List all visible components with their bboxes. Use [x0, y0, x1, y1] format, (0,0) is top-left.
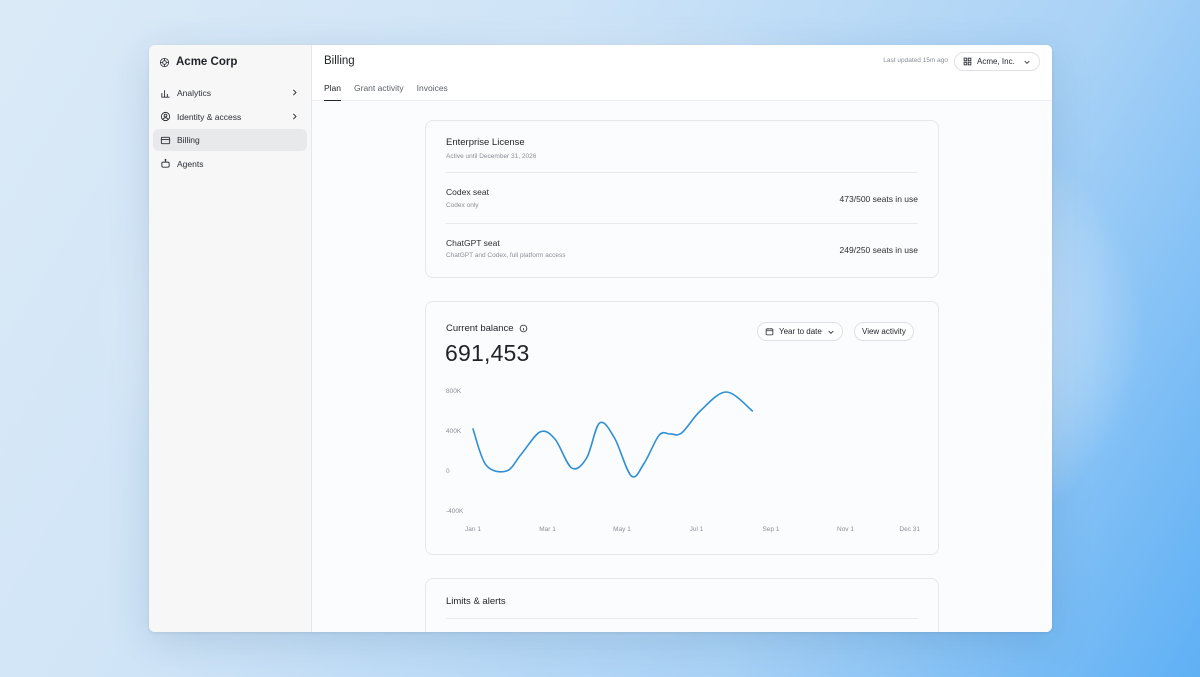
- license-title: Enterprise License: [446, 137, 525, 148]
- divider: [446, 172, 918, 173]
- sidebar: Acme Corp Analytics Identity & access Bi…: [149, 45, 312, 632]
- sidebar-item-identity-access[interactable]: Identity & access: [153, 106, 307, 128]
- y-tick-label: 800K: [446, 388, 462, 395]
- sidebar-item-agents[interactable]: Agents: [153, 153, 307, 175]
- tab-invoices[interactable]: Invoices: [417, 83, 448, 101]
- limits-title: Limits & alerts: [446, 596, 506, 607]
- sidebar-item-billing[interactable]: Billing: [153, 129, 307, 151]
- sidebar-item-label: Analytics: [177, 88, 212, 98]
- main-content: Billing Last updated 15m ago Acme, Inc. …: [312, 45, 1052, 632]
- tab-grant-activity[interactable]: Grant activity: [354, 83, 404, 101]
- balance-series-line: [472, 391, 754, 478]
- org-logo-icon: [159, 57, 170, 68]
- robot-icon: [160, 158, 171, 169]
- org-switcher-button[interactable]: Acme, Inc.: [954, 52, 1040, 71]
- y-tick-label: 400K: [446, 428, 462, 435]
- chevron-right-icon: [290, 112, 299, 121]
- last-updated-text: Last updated 15m ago: [883, 57, 948, 64]
- tab-bar: Plan Grant activity Invoices: [324, 83, 448, 101]
- balance-card: Current balance 691,453 Year to date Vie…: [425, 301, 939, 555]
- chevron-down-icon: [1023, 58, 1031, 66]
- x-tick-label: May 1: [613, 526, 631, 533]
- x-tick-label: Jan 1: [465, 526, 481, 533]
- x-tick-label: Mar 1: [539, 526, 556, 533]
- divider: [446, 223, 918, 224]
- sidebar-item-label: Identity & access: [177, 111, 242, 122]
- x-tick-label: Jul 1: [690, 526, 704, 533]
- sidebar-item-analytics[interactable]: Analytics: [153, 82, 307, 104]
- org-name: Acme Corp: [176, 56, 238, 68]
- org-switcher-label: Acme, Inc.: [977, 57, 1015, 66]
- tab-plan[interactable]: Plan: [324, 83, 342, 101]
- seat-usage: 473/500 seats in use: [839, 194, 918, 204]
- seat-description: ChatGPT and Codex, full platform access: [446, 252, 566, 259]
- divider: [446, 618, 918, 619]
- seat-name: ChatGPT seat: [446, 238, 500, 248]
- credit-card-icon: [160, 135, 171, 146]
- y-tick-label: 0: [446, 468, 450, 475]
- license-subtitle: Active until December 31, 2026: [446, 153, 537, 160]
- seat-usage: 249/250 seats in use: [839, 245, 918, 255]
- limits-card: Limits & alerts: [425, 578, 939, 632]
- app-window: Acme Corp Analytics Identity & access Bi…: [149, 45, 1052, 632]
- seat-name: Codex seat: [446, 187, 489, 197]
- user-circle-icon: [160, 111, 171, 122]
- page-title: Billing: [324, 55, 355, 67]
- y-tick-label: -400K: [446, 508, 464, 515]
- chevron-right-icon: [290, 88, 299, 97]
- org-header[interactable]: Acme Corp: [153, 54, 307, 70]
- x-tick-label: Nov 1: [837, 526, 854, 533]
- top-bar: Billing Last updated 15m ago Acme, Inc. …: [312, 45, 1052, 101]
- balance-chart: 800K 400K 0 -400K Jan 1 Mar 1 May 1 Jul 1 Sep 1 N…: [446, 388, 920, 533]
- x-tick-label: Sep 1: [763, 526, 780, 533]
- seat-description: Codex only: [446, 202, 479, 209]
- sidebar-item-label: Billing: [177, 135, 200, 145]
- sidebar-item-label: Agents: [177, 158, 204, 169]
- license-card: Enterprise License Active until December…: [425, 120, 939, 278]
- grid-icon: [963, 57, 972, 66]
- bar-chart-icon: [160, 88, 171, 99]
- x-tick-label: Dec 31: [899, 526, 920, 533]
